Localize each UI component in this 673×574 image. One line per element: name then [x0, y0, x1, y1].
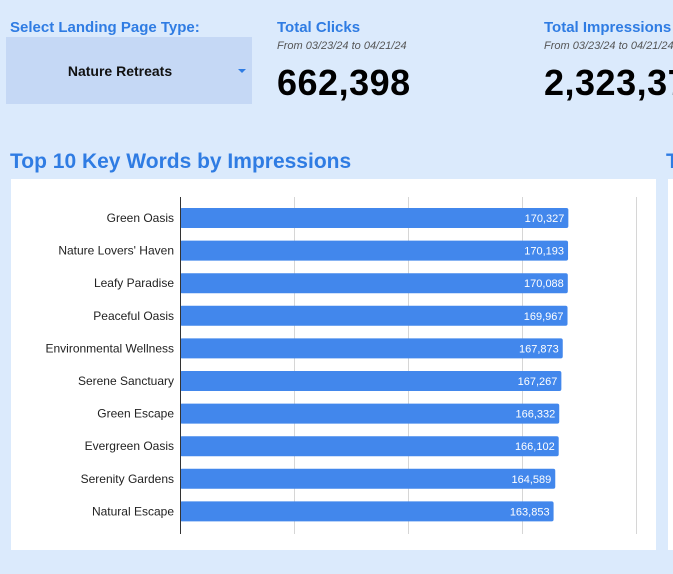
keywords-bar-chart: Green Oasis 170,327 Nature Lovers' Haven 17…	[45, 197, 637, 534]
total-clicks-value: 662,398	[277, 62, 411, 103]
filter-label: Select Landing Page Type:	[10, 19, 200, 36]
category-label: Environmental Wellness	[45, 341, 174, 355]
bar[interactable]	[180, 436, 559, 457]
bar[interactable]	[180, 305, 568, 326]
data-label: 163,853	[510, 506, 550, 518]
total-impressions-date-range: From 03/23/24 to 04/21/24	[544, 40, 673, 52]
data-label: 167,873	[519, 343, 559, 355]
total-impressions-value: 2,323,37	[544, 62, 673, 103]
total-impressions-card: Total Impressions From 03/23/24 to 04/21…	[544, 0, 673, 110]
data-label: 170,327	[525, 213, 565, 225]
landing-page-type-dropdown[interactable]: Nature Retreats	[6, 37, 252, 104]
keywords-chart-card: Green Oasis 170,327 Nature Lovers' Haven 17…	[11, 179, 656, 550]
data-label: 170,193	[524, 246, 564, 258]
bar[interactable]	[180, 501, 554, 522]
bar[interactable]	[180, 240, 569, 261]
next-section-title-clip: T	[666, 150, 673, 174]
data-label: 167,267	[518, 376, 558, 388]
category-label: Serene Sanctuary	[78, 374, 174, 388]
data-label: 170,088	[524, 278, 564, 290]
chevron-down-icon[interactable]	[238, 69, 246, 73]
category-label: Leafy Paradise	[94, 276, 174, 290]
category-label: Green Oasis	[107, 211, 174, 225]
total-impressions-label: Total Impressions	[544, 19, 672, 36]
bar[interactable]	[180, 338, 563, 359]
category-label: Peaceful Oasis	[93, 309, 174, 323]
category-label: Serenity Gardens	[81, 472, 174, 486]
category-label: Evergreen Oasis	[85, 439, 174, 453]
category-label: Green Escape	[97, 407, 174, 421]
data-label: 169,967	[524, 311, 564, 323]
data-label: 166,102	[515, 441, 555, 453]
chart-title: Top 10 Key Words by Impressions	[10, 150, 352, 173]
bar[interactable]	[180, 273, 568, 294]
bar[interactable]	[180, 371, 562, 391]
next-chart-card	[668, 179, 673, 550]
total-clicks-label: Total Clicks	[277, 19, 361, 36]
data-label: 164,589	[511, 474, 551, 486]
bar[interactable]	[180, 403, 560, 424]
category-label: Nature Lovers' Haven	[58, 244, 174, 258]
bar[interactable]	[180, 208, 569, 228]
category-label: Natural Escape	[92, 504, 174, 518]
dropdown-selected-value: Nature Retreats	[67, 63, 173, 79]
next-section-title: T	[666, 150, 673, 173]
total-clicks-date-range: From 03/23/24 to 04/21/24	[277, 40, 407, 52]
data-label: 166,332	[515, 409, 555, 421]
bar[interactable]	[180, 468, 556, 489]
